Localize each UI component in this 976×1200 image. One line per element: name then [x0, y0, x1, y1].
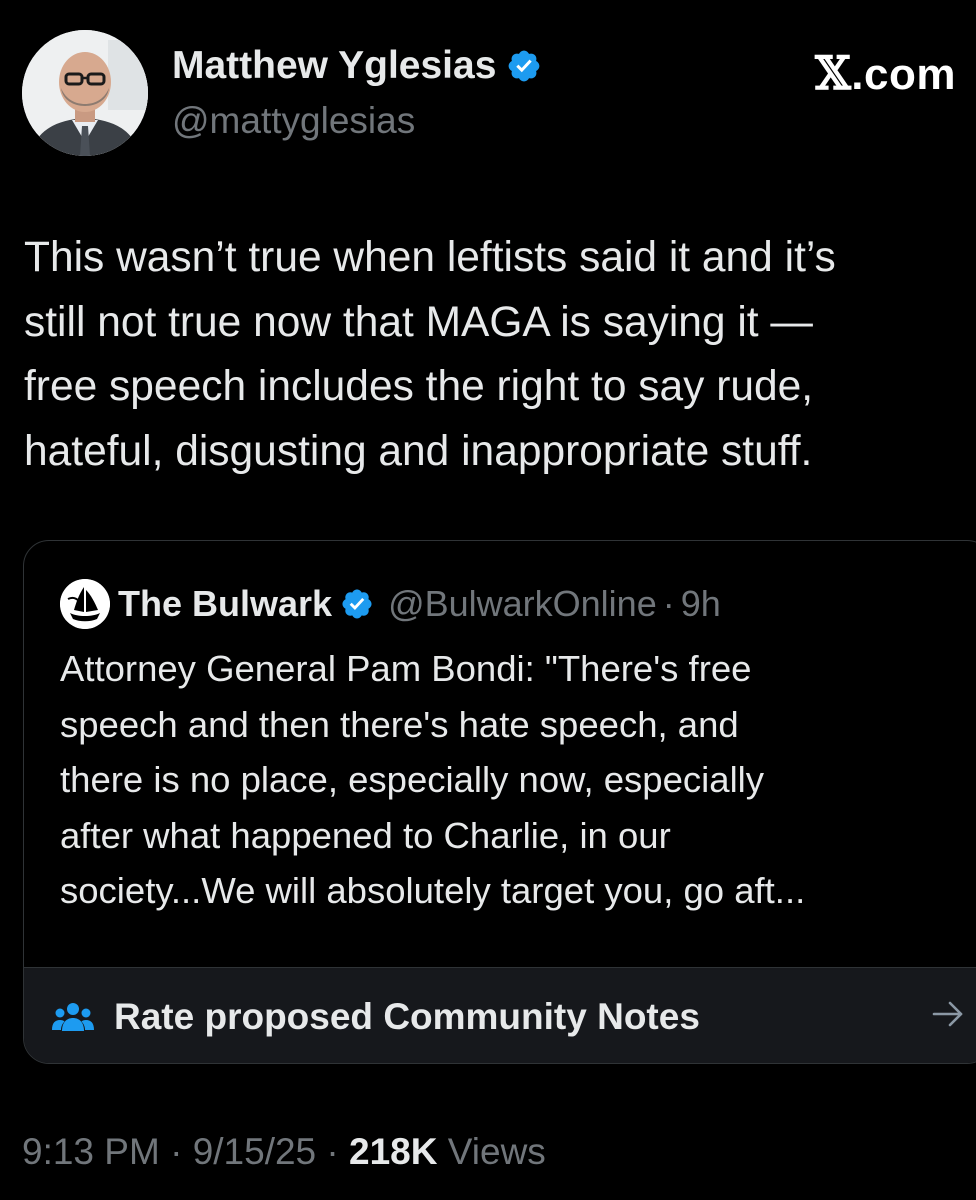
author-name-row[interactable]: Matthew Yglesias [172, 44, 542, 88]
meta-separator: · [316, 1131, 350, 1172]
arrow-right-icon [932, 1001, 963, 1027]
tweet-text: This wasn’t true when leftists said it a… [24, 234, 836, 475]
verified-badge-icon [342, 589, 372, 619]
quoted-tweet-header: The Bulwark @BulwarkOnline · 9h [60, 579, 721, 629]
brand-suffix: .com [851, 50, 956, 99]
author-name[interactable]: Matthew Yglesias [172, 44, 496, 88]
rate-community-notes-label: Rate proposed Community Notes [114, 995, 700, 1037]
author-handle[interactable]: @mattyglesias [172, 100, 415, 142]
tweet-meta: 9:13 PM · 9/15/25 · 218K Views [22, 1131, 546, 1173]
tweet-date[interactable]: 9/15/25 [193, 1131, 316, 1172]
quoted-tweet-card[interactable]: The Bulwark @BulwarkOnline · 9h Attorney… [23, 540, 976, 1064]
meta-separator: · [159, 1131, 193, 1172]
quoted-tweet-text: Attorney General Pam Bondi: "There's fre… [60, 648, 806, 911]
verified-badge-icon [509, 50, 540, 82]
x-brand-mark: 𝕏.com [815, 46, 956, 100]
author-avatar[interactable] [22, 30, 148, 156]
bulwark-ship-icon [60, 579, 110, 629]
separator-dot: · [662, 583, 675, 624]
quoted-author-name[interactable]: The Bulwark [118, 583, 332, 625]
tweet-time[interactable]: 9:13 PM [22, 1131, 160, 1172]
quoted-tweet-time[interactable]: 9h [681, 583, 721, 625]
rate-community-notes-button[interactable]: Rate proposed Community Notes [24, 967, 976, 1063]
quoted-author-avatar[interactable] [60, 579, 110, 629]
quoted-author-handle[interactable]: @BulwarkOnline [388, 583, 657, 625]
x-logo-icon: 𝕏 [815, 46, 852, 100]
views-count[interactable]: 218K [349, 1131, 437, 1172]
people-group-icon [52, 1002, 94, 1031]
author-avatar-image [22, 30, 148, 156]
views-label: Views [437, 1131, 546, 1172]
